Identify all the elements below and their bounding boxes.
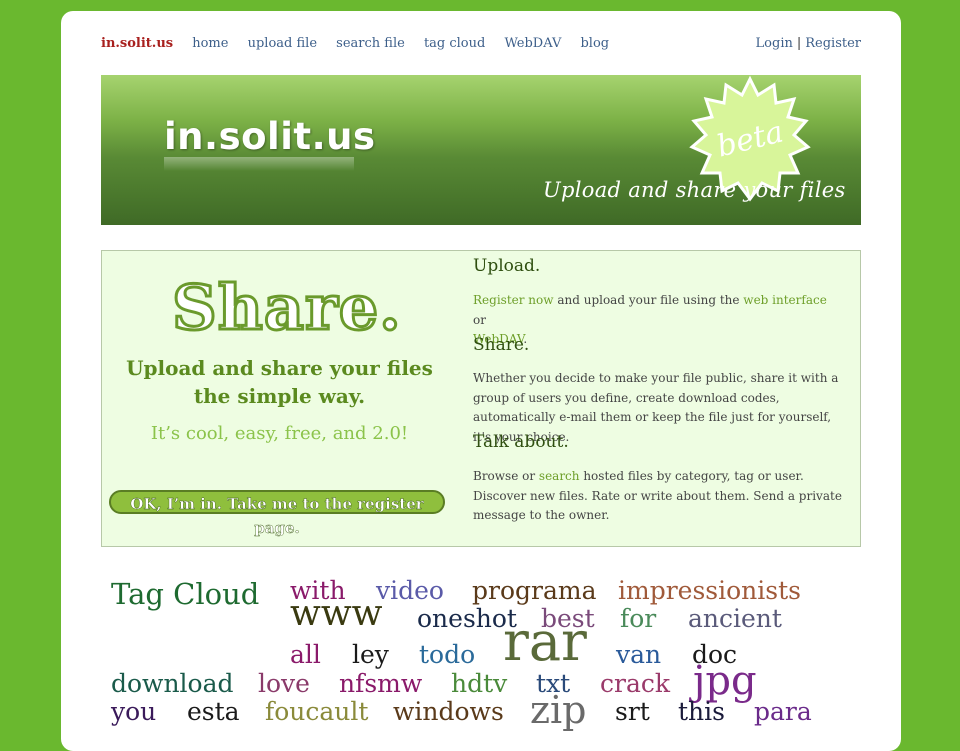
promo-subline: Upload and share your files the simple w… — [112, 354, 447, 410]
share-title: Share. — [473, 335, 530, 355]
tag-crack[interactable]: crack — [600, 671, 670, 696]
tag-hdtv[interactable]: hdtv — [451, 671, 507, 696]
tag-download[interactable]: download — [111, 671, 234, 696]
tag-video[interactable]: video — [376, 578, 444, 603]
tag-windows[interactable]: windows — [393, 699, 504, 724]
nav-webdav[interactable]: WebDAV — [504, 36, 561, 51]
tag-srt[interactable]: srt — [615, 699, 650, 724]
brand-link[interactable]: in.solit.us — [101, 36, 173, 51]
search-link[interactable]: search — [539, 469, 580, 483]
promo-headline: Share. — [171, 270, 403, 346]
tag-esta[interactable]: esta — [187, 699, 240, 724]
tag-ancient[interactable]: ancient — [688, 606, 782, 631]
banner-tagline: Upload and share your files — [543, 178, 846, 202]
tag-van[interactable]: van — [616, 642, 661, 667]
nav-tag-cloud[interactable]: tag cloud — [424, 36, 485, 51]
tag-jpg[interactable]: jpg — [693, 661, 757, 701]
upload-text-2: or — [473, 312, 486, 327]
auth-links: Login | Register — [756, 36, 861, 51]
talk-text: Browse or search hosted files by categor… — [473, 467, 843, 526]
tag-rar[interactable]: rar — [503, 615, 587, 669]
register-now-link[interactable]: Register now — [473, 293, 554, 307]
talk-text-1: Browse or — [473, 469, 539, 483]
tag-for[interactable]: for — [620, 606, 656, 631]
tag-para[interactable]: para — [754, 699, 812, 724]
banner-logo: in.solit.us — [164, 115, 376, 158]
register-link[interactable]: Register — [805, 36, 861, 51]
tag-nfsmw[interactable]: nfsmw — [339, 671, 422, 696]
page-container: in.solit.us home upload file search file… — [61, 11, 901, 751]
promo-cool: It’s cool, easy, free, and 2.0! — [150, 423, 409, 444]
tag-love[interactable]: love — [258, 671, 310, 696]
web-interface-link[interactable]: web interface — [743, 293, 827, 307]
tag-www[interactable]: www — [290, 596, 382, 632]
tag-you[interactable]: you — [111, 699, 156, 724]
feature-box: Share. Upload and share your files the s… — [101, 250, 861, 547]
register-button[interactable]: OK, I’m in. Take me to the register page… — [109, 490, 445, 537]
tag-foucault[interactable]: foucault — [265, 699, 368, 724]
tag-programa[interactable]: programa — [472, 578, 596, 603]
top-nav: in.solit.us home upload file search file… — [101, 36, 624, 51]
tag-zip[interactable]: zip — [530, 691, 587, 729]
login-link[interactable]: Login — [756, 36, 793, 51]
tag-oneshot[interactable]: oneshot — [417, 606, 517, 631]
tag-cloud-title: Tag Cloud — [111, 577, 260, 611]
tag-all[interactable]: all — [290, 642, 321, 667]
header-banner: in.solit.us beta Upload and share your f… — [101, 75, 861, 225]
nav-upload-file[interactable]: upload file — [248, 36, 317, 51]
tag-impressionists[interactable]: impressionists — [618, 578, 801, 603]
tag-todo[interactable]: todo — [419, 642, 475, 667]
tag-ley[interactable]: ley — [352, 642, 389, 667]
logo-reflection — [164, 157, 354, 171]
tag-this[interactable]: this — [678, 699, 725, 724]
nav-home[interactable]: home — [192, 36, 228, 51]
nav-blog[interactable]: blog — [580, 36, 609, 51]
promo-subline-1: Upload and share your files — [126, 356, 433, 380]
upload-title: Upload. — [473, 256, 541, 276]
nav-search-file[interactable]: search file — [336, 36, 405, 51]
auth-separator: | — [796, 36, 802, 51]
upload-text-1: and upload your file using the — [553, 293, 744, 307]
promo-subline-2: the simple way. — [193, 384, 366, 408]
talk-title: Talk about. — [473, 432, 569, 452]
